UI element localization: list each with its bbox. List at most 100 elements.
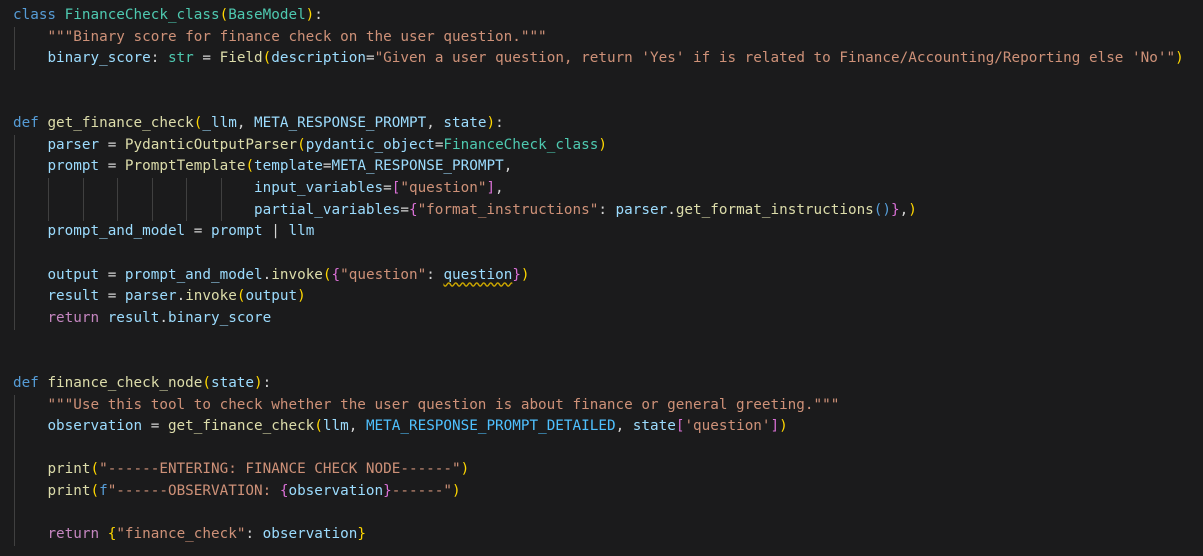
code-token: print (47, 483, 91, 500)
code-token: PromptTemplate (124, 158, 246, 175)
code-line[interactable]: return {"finance_check": observation} (0, 524, 1203, 547)
code-line[interactable]: prompt_and_model = prompt | llm (0, 221, 1203, 244)
code-line[interactable] (0, 330, 1203, 352)
code-token: ( (297, 136, 306, 153)
indent-guide (48, 178, 50, 200)
code-line[interactable]: print("------ENTERING: FINANCE CHECK NOD… (0, 459, 1203, 482)
code-line[interactable]: prompt = PromptTemplate(template=META_RE… (0, 156, 1203, 179)
code-token: = (99, 266, 125, 283)
code-token: ) (1175, 50, 1184, 67)
code-token: print (47, 461, 91, 478)
code-token: = (322, 158, 332, 175)
code-token: _llm (202, 115, 237, 132)
code-token: META_RESPONSE_PROMPT (254, 115, 427, 132)
code-line[interactable] (0, 243, 1203, 265)
indent-guide (14, 481, 15, 503)
code-token: } (357, 526, 366, 543)
indent-guide (151, 199, 153, 222)
code-token: prompt_and_model (47, 223, 186, 240)
code-token: = (383, 180, 392, 197)
code-token: get_format_instructions (675, 201, 874, 218)
indent-guide (14, 394, 15, 417)
code-token: finance_check_node (47, 374, 203, 391)
code-line[interactable] (0, 351, 1203, 373)
indent-guide (186, 178, 188, 200)
code-line[interactable] (0, 502, 1203, 525)
code-line[interactable]: input_variables=["question"], (0, 178, 1203, 200)
code-token: get_finance_check (47, 115, 194, 132)
code-token: FinanceCheck_class (64, 7, 220, 23)
code-token: : (495, 115, 504, 132)
code-token: PydanticOutputParser (124, 136, 298, 153)
code-token: ( (219, 7, 229, 23)
code-token: parser (47, 136, 100, 153)
indent-guide (14, 459, 15, 482)
indent-guide (14, 156, 15, 179)
code-line[interactable]: binary_score: str = Field(description="G… (0, 48, 1203, 70)
code-token: prompt_and_model (124, 266, 263, 283)
code-token: prompt (47, 158, 100, 175)
code-token: ( (202, 374, 211, 391)
code-line[interactable]: partial_variables={"format_instructions"… (0, 199, 1203, 222)
code-line[interactable]: observation = get_finance_check(llm, MET… (0, 416, 1203, 438)
code-token: observation (47, 418, 143, 435)
code-token: : (598, 201, 616, 218)
code-token: invoke (185, 288, 237, 305)
code-token: ( (314, 418, 323, 435)
indent-guide (14, 264, 15, 287)
code-line[interactable]: """Binary score for finance check on the… (0, 26, 1203, 49)
code-token: = (99, 288, 125, 305)
indent-guide (14, 221, 15, 244)
code-token: = (193, 50, 220, 67)
code-token: , (348, 418, 366, 435)
code-token: invoke (271, 266, 323, 283)
code-line[interactable]: parser = PydanticOutputParser(pydantic_o… (0, 134, 1203, 157)
code-token: : (150, 50, 168, 67)
code-token: : (245, 526, 263, 543)
code-token: . (176, 288, 186, 305)
code-line[interactable]: def get_finance_check(_llm, META_RESPONS… (0, 113, 1203, 135)
code-line[interactable]: print(f"------OBSERVATION: {observation}… (0, 481, 1203, 503)
code-token: ) (452, 483, 461, 500)
code-token: ( (90, 461, 100, 478)
code-token: . (262, 266, 272, 283)
code-editor[interactable]: class FinanceCheck_class(BaseModel): """… (0, 0, 1203, 547)
code-line[interactable] (0, 92, 1203, 114)
code-token: ) (305, 7, 315, 23)
code-token: input_variables (254, 180, 384, 197)
code-token: ( (322, 266, 332, 283)
code-token: template (254, 158, 323, 175)
code-line[interactable]: """Use this tool to check whether the us… (0, 394, 1203, 417)
code-line[interactable]: result = parser.invoke(output) (0, 286, 1203, 308)
code-token: return (47, 526, 100, 543)
indent-guide (14, 243, 15, 265)
code-token: output (245, 288, 298, 305)
code-token: { (408, 201, 418, 218)
code-line[interactable] (0, 70, 1203, 92)
code-token: llm (322, 418, 349, 435)
code-line[interactable]: output = prompt_and_model.invoke({"quest… (0, 264, 1203, 287)
code-line[interactable]: return result.binary_score (0, 307, 1203, 330)
code-token: META_RESPONSE_PROMPT_DETAILED (365, 418, 616, 435)
code-token: ) (254, 374, 263, 391)
indent-guide (14, 524, 15, 547)
indent-guide (117, 199, 119, 222)
indent-guide (220, 178, 222, 200)
code-token: . (667, 201, 676, 218)
code-line[interactable]: def finance_check_node(state): (0, 373, 1203, 395)
code-token: : (262, 374, 272, 391)
code-line[interactable] (0, 437, 1203, 460)
code-token: """Use this tool to check whether the us… (47, 396, 840, 413)
code-token: binary_score (47, 50, 151, 67)
code-line[interactable]: class FinanceCheck_class(BaseModel): (0, 5, 1203, 27)
code-token: , (426, 115, 444, 132)
indent-guide (14, 199, 15, 222)
indent-guide (14, 178, 15, 200)
code-token: result (47, 288, 100, 305)
